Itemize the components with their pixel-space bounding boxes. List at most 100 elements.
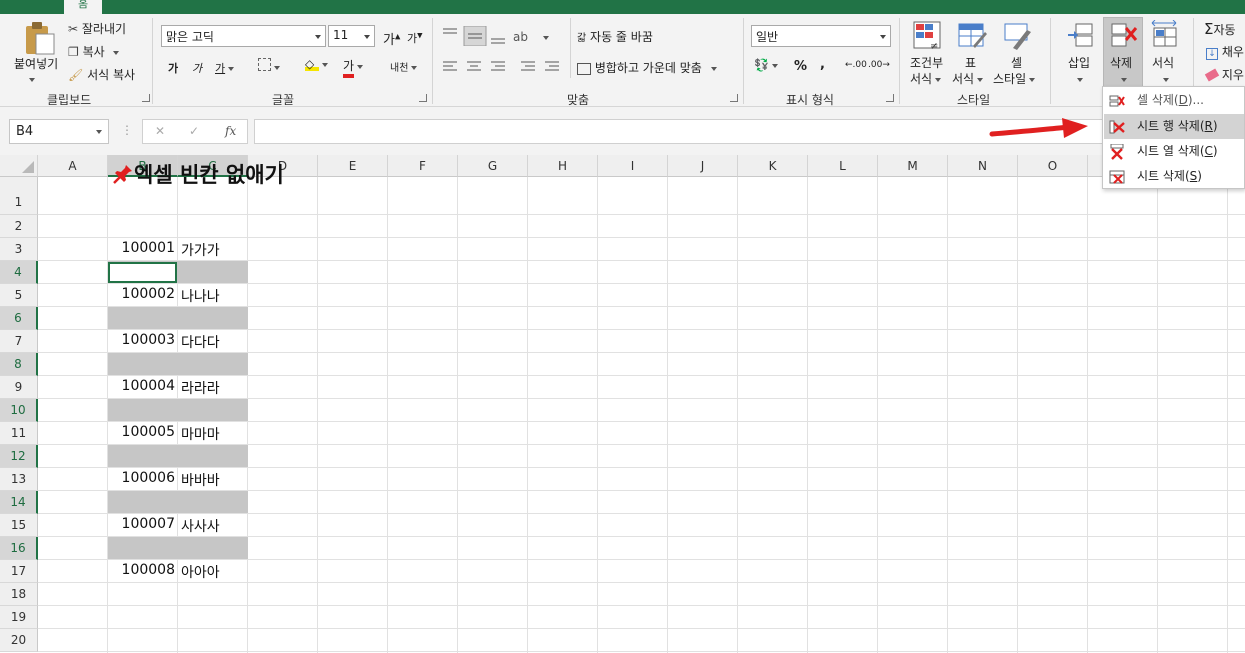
increase-decimal-button[interactable]: ←.00	[845, 60, 867, 70]
cell-b17[interactable]: 100008	[108, 562, 175, 578]
autosum-button[interactable]: Σ자동	[1204, 20, 1236, 38]
column-header-a[interactable]: A	[38, 155, 108, 177]
fill-button[interactable]: ↓ 채우	[1206, 43, 1244, 60]
insert-button[interactable]: 삽입	[1068, 54, 1090, 71]
format-dropdown[interactable]	[1160, 72, 1169, 86]
cell-c5[interactable]: 나나나	[181, 286, 220, 306]
cell-c11[interactable]: 마마마	[181, 424, 220, 444]
paste-dropdown[interactable]	[26, 72, 35, 86]
column-header-j[interactable]: J	[668, 155, 738, 177]
cell-b3[interactable]: 100001	[108, 240, 175, 256]
decrease-decimal-button[interactable]: .00→	[868, 60, 890, 70]
row-header-7[interactable]: 7	[0, 330, 38, 353]
column-header-e[interactable]: E	[318, 155, 388, 177]
italic-button[interactable]: 가	[192, 60, 202, 76]
row-header-8[interactable]: 8	[0, 353, 38, 376]
column-header-f[interactable]: F	[388, 155, 458, 177]
conditional-format-dropdown[interactable]: 서식	[910, 70, 942, 87]
menu-item-delete-sheet-rows[interactable]: 시트 행 삭제(R)	[1104, 114, 1244, 139]
insert-function-icon[interactable]: fx	[225, 124, 236, 138]
number-launcher-icon[interactable]	[886, 94, 894, 102]
row-header-2[interactable]: 2	[0, 215, 38, 238]
clipboard-launcher-icon[interactable]	[142, 94, 150, 102]
phonetic-button[interactable]: 내천	[390, 59, 418, 74]
cell-c3[interactable]: 가가가	[181, 240, 220, 260]
delete-dropdown[interactable]	[1118, 72, 1127, 86]
font-size-combo[interactable]: 11	[328, 25, 375, 47]
row-header-5[interactable]: 5	[0, 284, 38, 307]
row-header-4[interactable]: 4	[0, 261, 38, 284]
number-format-combo[interactable]: 일반	[751, 25, 891, 47]
cell-styles-icon[interactable]	[1001, 20, 1033, 52]
cell-styles-dropdown[interactable]: 스타일	[993, 70, 1036, 87]
accounting-format-button[interactable]: 💱	[754, 58, 778, 72]
font-launcher-icon[interactable]	[419, 94, 427, 102]
cancel-icon[interactable]: ✕	[155, 124, 165, 138]
column-header-h[interactable]: H	[528, 155, 598, 177]
column-header-m[interactable]: M	[878, 155, 948, 177]
shrink-font-button[interactable]: 가▼	[407, 30, 423, 46]
percent-button[interactable]: %	[794, 59, 807, 74]
cell-b9[interactable]: 100004	[108, 378, 175, 394]
row-header-18[interactable]: 18	[0, 583, 38, 606]
cell-b11[interactable]: 100005	[108, 424, 175, 440]
orientation-dropdown[interactable]	[540, 30, 549, 44]
format-button[interactable]: 서식	[1152, 54, 1174, 71]
format-as-table-dropdown[interactable]: 서식	[952, 70, 984, 87]
row-header-14[interactable]: 14	[0, 491, 38, 514]
name-box[interactable]: B4	[9, 119, 109, 144]
format-as-table-icon[interactable]	[957, 20, 989, 52]
row-header-10[interactable]: 10	[0, 399, 38, 422]
row-header-6[interactable]: 6	[0, 307, 38, 330]
insert-dropdown[interactable]	[1074, 72, 1083, 86]
format-painter-button[interactable]: 🖌 서식 복사	[68, 66, 135, 83]
cell-c7[interactable]: 다다다	[181, 332, 220, 352]
border-button[interactable]	[258, 58, 280, 74]
row-header-16[interactable]: 16	[0, 537, 38, 560]
column-header-n[interactable]: N	[948, 155, 1018, 177]
cell-c15[interactable]: 사사사	[181, 516, 220, 536]
font-color-button[interactable]: 가	[343, 57, 364, 78]
cell-b5[interactable]: 100002	[108, 286, 175, 302]
column-header-l[interactable]: L	[808, 155, 878, 177]
delete-cells-icon[interactable]	[1108, 22, 1140, 50]
menu-item-delete-sheet-columns[interactable]: 시트 열 삭제(C)	[1104, 139, 1244, 164]
merge-center-button[interactable]: 병합하고 가운데 맞춤	[577, 59, 717, 76]
clear-button[interactable]: 지우	[1204, 66, 1244, 83]
format-as-table-button[interactable]: 표	[965, 54, 976, 71]
comma-button[interactable]: ,	[820, 57, 825, 72]
bold-button[interactable]: 가	[168, 60, 178, 76]
row-header-19[interactable]: 19	[0, 606, 38, 629]
enter-icon[interactable]: ✓	[189, 124, 199, 138]
conditional-format-button[interactable]: 조건부	[910, 54, 943, 71]
cell-styles-button[interactable]: 셀	[1011, 54, 1022, 71]
wrap-text-button[interactable]: 갋 자동 줄 바꿈	[577, 28, 653, 45]
grow-font-button[interactable]: 가▲	[383, 29, 400, 48]
horizontal-align-icons[interactable]	[441, 59, 566, 75]
fill-color-button[interactable]: ◇	[305, 57, 328, 71]
column-header-g[interactable]: G	[458, 155, 528, 177]
row-header-20[interactable]: 20	[0, 629, 38, 652]
format-cells-icon[interactable]	[1150, 20, 1182, 50]
tab-home[interactable]: 홈	[64, 0, 103, 14]
row-header-12[interactable]: 12	[0, 445, 38, 468]
row-header-9[interactable]: 9	[0, 376, 38, 399]
cell-c13[interactable]: 바바바	[181, 470, 220, 490]
spreadsheet-grid[interactable]: A B C D E F G H I J K L M N O 1 2 3 4 5 6 7 8 9 10 11 12 13 14 15 16 17…	[0, 155, 1245, 653]
row-header-3[interactable]: 3	[0, 238, 38, 261]
column-header-i[interactable]: I	[598, 155, 668, 177]
row-header-13[interactable]: 13	[0, 468, 38, 491]
cell-c17[interactable]: 아아아	[181, 562, 220, 582]
row-header-11[interactable]: 11	[0, 422, 38, 445]
paste-icon[interactable]	[22, 20, 56, 56]
menu-item-delete-cells[interactable]: 셀 삭제(D)...	[1104, 88, 1244, 113]
delete-button[interactable]: 삭제	[1110, 54, 1132, 71]
column-header-o[interactable]: O	[1018, 155, 1088, 177]
copy-button[interactable]: ❐ 복사	[68, 43, 119, 60]
paste-button[interactable]: 붙여넣기	[14, 55, 58, 72]
cell-b7[interactable]: 100003	[108, 332, 175, 348]
cell-b13[interactable]: 100006	[108, 470, 175, 486]
conditional-format-icon[interactable]: ≠	[912, 20, 944, 52]
active-cell-b4[interactable]	[108, 262, 177, 283]
vertical-align-icons[interactable]: ab	[441, 26, 531, 46]
